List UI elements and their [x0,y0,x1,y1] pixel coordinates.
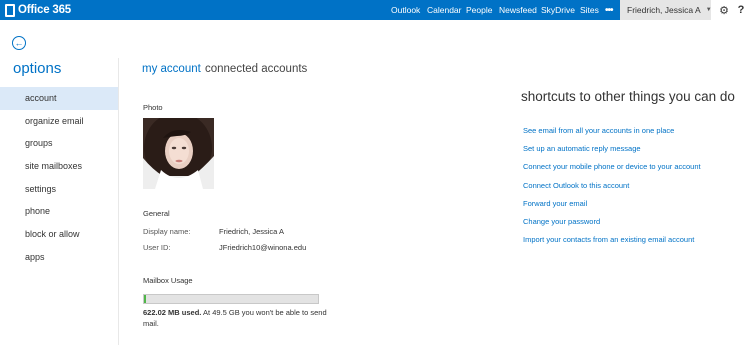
more-icon: ••• [605,4,613,16]
mailbox-usage-fill [144,295,147,303]
gear-icon[interactable]: ⚙ [716,0,732,20]
nav-label: Newsfeed [499,5,537,15]
back-arrow-icon[interactable]: ← [12,36,26,50]
sidebar-nav: account organize email groups site mailb… [0,87,118,269]
sidebar-item-organize-email[interactable]: organize email [0,110,118,133]
user-name: Friedrich, Jessica A [627,5,701,15]
tab-my-account[interactable]: my account [142,63,201,75]
user-id-label: User ID: [143,243,171,252]
nav-skydrive[interactable]: SkyDrive [541,0,575,20]
nav-label: People [466,5,493,15]
nav-sites[interactable]: Sites [580,0,599,20]
general-heading: General [143,209,170,218]
nav-label: Calendar [427,5,462,15]
help-icon[interactable]: ? [735,0,747,20]
sidebar-item-settings[interactable]: settings [0,178,118,201]
link-connect-outlook[interactable]: Connect Outlook to this account [523,180,701,198]
office365-logo[interactable]: Office 365 [5,3,71,17]
user-id-value: JFriedrich10@winona.edu [219,243,307,252]
top-bar: Office 365 Outlook Calendar People Newsf… [0,0,749,20]
shortcuts-title: shortcuts to other things you can do [521,89,735,104]
mailbox-usage-text: 622.02 MB used. At 49.5 GB you won't be … [143,307,333,329]
sidebar-item-account[interactable]: account [0,87,118,110]
nav-label: Sites [580,5,599,15]
link-import-contacts[interactable]: Import your contacts from an existing em… [523,234,701,252]
nav-label: SkyDrive [541,5,576,15]
mailbox-usage-heading: Mailbox Usage [143,276,193,285]
photo-label: Photo [143,103,163,112]
sidebar-item-block-or-allow[interactable]: block or allow [0,223,118,246]
office-icon [5,3,15,17]
link-forward-email[interactable]: Forward your email [523,198,701,216]
nav-people[interactable]: People [466,0,492,20]
nav-calendar[interactable]: Calendar [427,0,462,20]
sidebar-item-site-mailboxes[interactable]: site mailboxes [0,155,118,178]
sidebar-divider [118,58,119,345]
link-automatic-reply[interactable]: Set up an automatic reply message [523,143,701,161]
link-connect-mobile[interactable]: Connect your mobile phone or device to y… [523,161,701,179]
link-see-email-all-accounts[interactable]: See email from all your accounts in one … [523,125,701,143]
nav-label: Outlook [391,5,421,15]
usage-used: 622.02 MB used. [143,308,202,317]
nav-outlook[interactable]: Outlook [391,0,420,20]
link-change-password[interactable]: Change your password [523,216,701,234]
tab-connected-accounts[interactable]: connected accounts [205,63,307,75]
sidebar-item-apps[interactable]: apps [0,246,118,269]
display-name-value: Friedrich, Jessica A [219,227,285,236]
options-title: options [13,60,62,77]
shortcut-links: See email from all your accounts in one … [523,125,701,252]
profile-photo-image [143,118,214,189]
brand-text: Office 365 [18,4,71,16]
profile-photo[interactable] [143,118,214,189]
display-name-label: Display name: [143,227,191,236]
sidebar-item-phone[interactable]: phone [0,200,118,223]
sidebar-item-groups[interactable]: groups [0,132,118,155]
nav-newsfeed[interactable]: Newsfeed [499,0,537,20]
more-apps-button[interactable]: ••• [605,0,613,20]
mailbox-usage-bar [143,294,319,304]
